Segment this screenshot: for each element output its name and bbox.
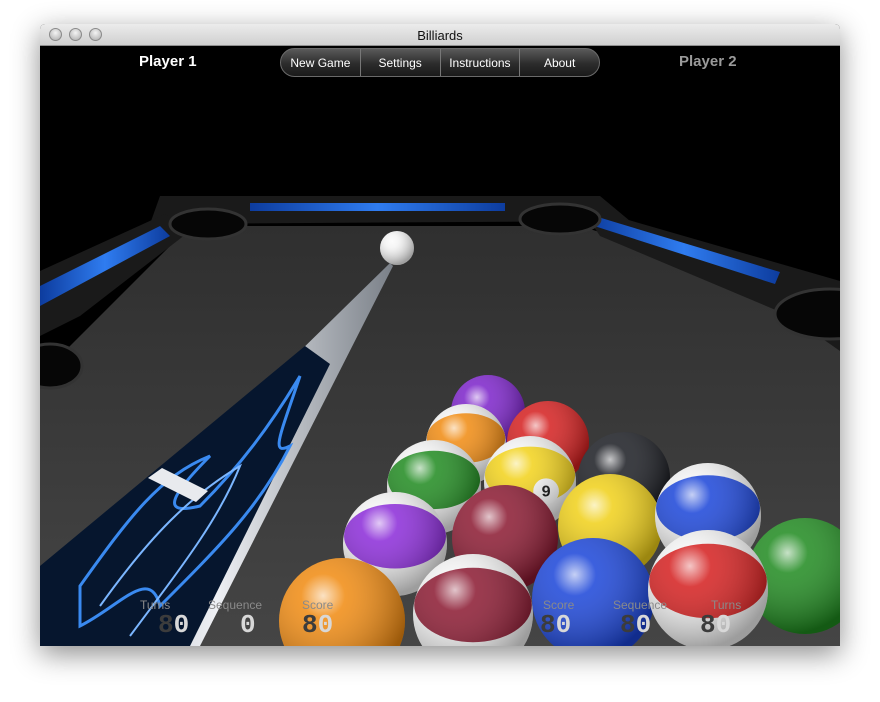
instructions-button[interactable]: Instructions	[441, 49, 521, 76]
back-rail-inlay	[250, 203, 505, 211]
table-scene: 9	[40, 196, 840, 646]
settings-button[interactable]: Settings	[361, 49, 441, 76]
p2-score-value: 80	[540, 610, 572, 640]
window-title: Billiards	[417, 28, 463, 43]
player-1-label: Player 1	[139, 53, 197, 70]
title-bar: Billiards	[40, 24, 840, 46]
p2-sequence-value: 80	[620, 610, 652, 640]
new-game-button[interactable]: New Game	[281, 49, 361, 76]
player-2-label: Player 2	[679, 53, 737, 70]
p1-sequence-value: 0	[240, 610, 256, 640]
pocket-back-right	[518, 202, 602, 236]
game-stage[interactable]: 9 Player 1 Player 2 New Game Settings In…	[40, 46, 840, 646]
game-window: Billiards Player 1 Player 2 New Game Set…	[40, 24, 840, 646]
p2-turns-value: 80	[700, 610, 732, 640]
p1-turns-value: 80	[158, 610, 190, 640]
pocket-back-left	[168, 207, 248, 241]
main-menu: New Game Settings Instructions About	[280, 48, 600, 77]
p1-score-value: 80	[302, 610, 334, 640]
about-button[interactable]: About	[520, 49, 599, 76]
